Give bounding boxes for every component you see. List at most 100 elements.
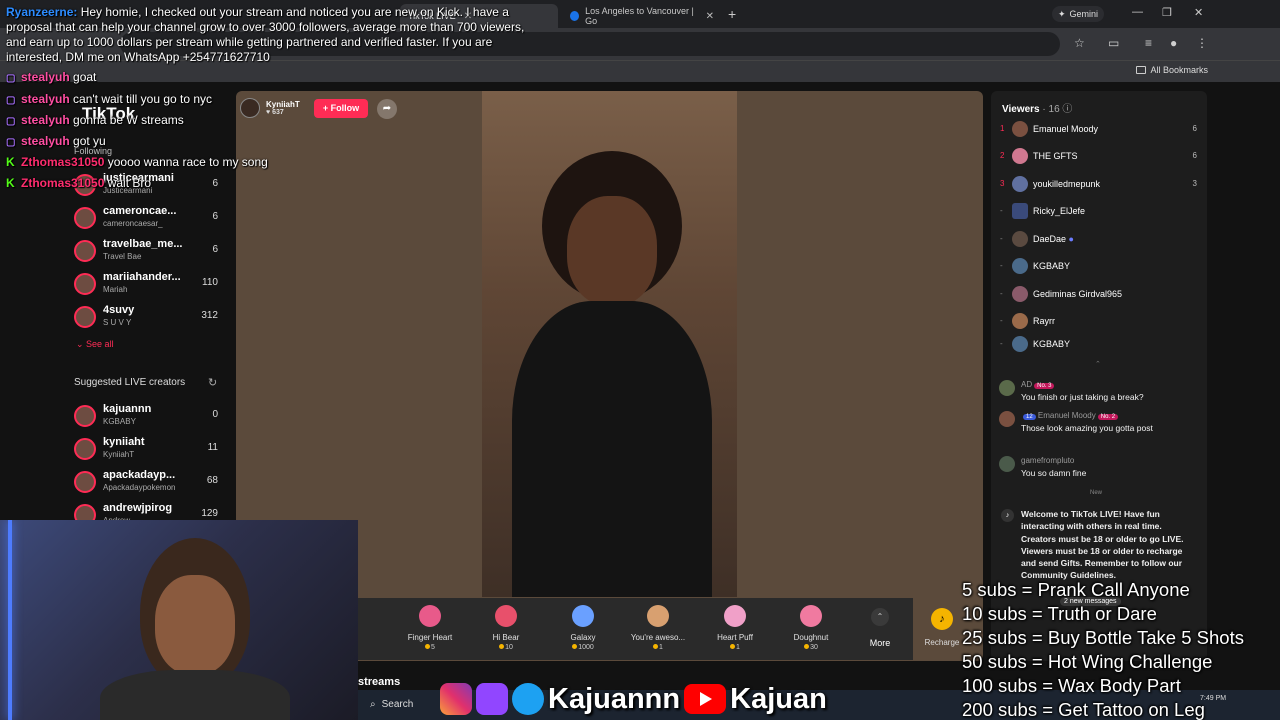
following-item[interactable]: 4suvy S U V Y 312 — [74, 304, 224, 334]
taskbar-search[interactable]: ⌕ Search — [370, 694, 413, 714]
viewer-row[interactable]: - Rayrr — [998, 313, 1203, 333]
follow-button[interactable]: + Follow — [314, 99, 368, 118]
overlay-username: Zthomas31050 — [21, 176, 105, 190]
viewer-row[interactable]: - KGBABY — [998, 258, 1203, 278]
live-video[interactable] — [482, 91, 737, 597]
creator-nickname: S U V Y — [103, 318, 132, 327]
creator-nickname: KyniiahT — [103, 450, 135, 459]
host-info[interactable]: KyniiahT ♥ 637 — [240, 96, 300, 120]
maximize-icon[interactable]: ❐ — [1162, 6, 1172, 19]
twitch-icon: ▢ — [6, 95, 16, 106]
overlay-chat-line: ▢ stealyuh can't wait till you go to nyc — [6, 92, 212, 106]
creator-name: travelbae_me... — [103, 238, 183, 250]
following-item[interactable]: cameroncae... cameroncaesar_ 6 — [74, 205, 224, 235]
new-divider: New — [1090, 490, 1103, 496]
gift-doughnut[interactable]: Doughnut 30 — [776, 603, 846, 651]
minimize-icon[interactable]: — — [1132, 6, 1143, 18]
avatar — [1012, 286, 1028, 302]
social-handle-1: Kajuannn — [548, 682, 681, 715]
see-all-link[interactable]: ⌄ See all — [76, 339, 114, 350]
kick-icon: K — [6, 176, 15, 190]
viewer-row[interactable]: 1 Emanuel Moody 6 — [998, 121, 1203, 141]
suggested-heading: Suggested LIVE creators — [74, 377, 186, 388]
new-tab-icon[interactable]: + — [728, 6, 736, 22]
close-icon[interactable]: ✕ — [706, 11, 714, 22]
profile-avatar-icon[interactable]: ● — [1170, 36, 1177, 50]
tab-flights[interactable]: Los Angeles to Vancouver | Go ✕ — [562, 4, 722, 28]
chat-text: You so damn fine — [1021, 468, 1087, 478]
suggested-item[interactable]: apackadayp... Apackadaypokemon 68 — [74, 469, 224, 499]
following-item[interactable]: travelbae_me... Travel Bae 6 — [74, 238, 224, 268]
viewer-name: Rayrr — [1033, 316, 1055, 326]
overlay-ad-message: Ryanzeerne: Hey homie, I checked out you… — [6, 5, 526, 65]
viewer-row[interactable]: 2 THE GFTS 6 — [998, 148, 1203, 168]
recharge-label: Recharge — [924, 638, 960, 647]
viewer-rank: 2 — [1000, 151, 1005, 160]
avatar — [999, 411, 1015, 427]
viewer-row[interactable]: 3 youkilledmepunk 3 — [998, 176, 1203, 196]
viewer-row[interactable]: - Ricky_ElJefe — [998, 203, 1203, 223]
gift-price: 30 — [776, 644, 846, 651]
gift-galaxy[interactable]: Galaxy 1000 — [548, 603, 618, 651]
galaxy-icon — [572, 605, 594, 627]
gift-more-button[interactable]: ⌃ More — [862, 608, 898, 648]
overlay-message-text: wait Bro — [107, 176, 152, 190]
viewers-count: 16 — [1048, 104, 1060, 115]
gift-price-value: 1 — [736, 644, 740, 651]
twitch-icon: ▢ — [6, 116, 16, 127]
refresh-icon[interactable]: ↻ — [208, 376, 217, 389]
share-icon[interactable]: ➦ — [377, 99, 397, 119]
avatar — [1012, 336, 1028, 352]
viewer-score: 3 — [1192, 179, 1197, 188]
tiktok-icon: ♪ — [1001, 509, 1014, 522]
host-text: KyniiahT ♥ 637 — [266, 100, 300, 116]
creator-name: kyniiaht — [103, 436, 145, 448]
suggested-item[interactable]: kyniiaht KyniiahT 11 — [74, 436, 224, 466]
viewers-title: Viewers — [1002, 104, 1040, 115]
gift-hi-bear[interactable]: Hi Bear 10 — [471, 603, 541, 651]
viewer-rank: - — [1000, 261, 1003, 270]
avatar — [74, 438, 96, 460]
overlay-message-text: Hey homie, I checked out your stream and… — [6, 5, 525, 64]
gift-price-value: 1 — [659, 644, 663, 651]
youtube-icon — [684, 684, 727, 714]
menu-dots-icon[interactable]: ⋮ — [1196, 36, 1208, 50]
overlay-message-text: gonna be W streams — [73, 113, 184, 127]
gift-heart-puff[interactable]: Heart Puff 1 — [700, 603, 770, 651]
gift-finger-heart[interactable]: Finger Heart 5 — [395, 603, 465, 651]
viewer-name: THE GFTS — [1033, 151, 1078, 161]
gemini-button[interactable]: ✦ Gemini — [1052, 6, 1105, 22]
twitch-icon — [476, 683, 508, 715]
all-bookmarks-button[interactable]: All Bookmarks — [1136, 65, 1208, 75]
streams-label: streams — [358, 676, 401, 688]
coin-icon — [804, 644, 810, 649]
cast-icon[interactable]: ▭ — [1108, 36, 1119, 50]
viewer-name: KGBABY — [1033, 339, 1071, 349]
suggested-item[interactable]: kajuannn KGBABY 0 — [74, 403, 224, 433]
avatar — [74, 405, 96, 427]
recharge-button[interactable]: ♪ Recharge — [922, 608, 962, 647]
viewer-row[interactable]: - DaeDae ● — [998, 231, 1203, 251]
following-item[interactable]: mariiahander... Mariah 110 — [74, 271, 224, 301]
bookmark-star-icon[interactable]: ☆ — [1074, 36, 1085, 50]
all-bookmarks-label: All Bookmarks — [1150, 65, 1208, 75]
gift-price-value: 30 — [810, 644, 818, 651]
instagram-icon — [440, 683, 472, 715]
chat-username: gamefrompluto — [1021, 456, 1075, 465]
creator-nickname: KGBABY — [103, 417, 136, 426]
gift-price: 1000 — [548, 644, 618, 651]
viewer-row[interactable]: - Gediminas Girdval965 — [998, 286, 1203, 306]
collapse-chevron-icon[interactable]: ⌃ — [1095, 360, 1101, 368]
gift-price: 5 — [395, 644, 465, 651]
streamer-face — [567, 196, 657, 306]
gift-youre-awesome[interactable]: You're aweso... 1 — [623, 603, 693, 651]
info-icon[interactable]: ⓘ — [1062, 104, 1072, 115]
overlay-username: stealyuh — [21, 70, 70, 84]
viewer-row[interactable]: - KGBABY — [998, 336, 1203, 356]
extensions-icon[interactable]: ≡ — [1145, 36, 1152, 50]
creator-nickname: Apackadaypokemon — [103, 483, 176, 492]
overlay-chat-line: ▢ stealyuh got yu — [6, 134, 106, 148]
coin-icon — [499, 644, 505, 649]
heart-icon — [724, 605, 746, 627]
window-close-icon[interactable]: ✕ — [1194, 6, 1203, 19]
